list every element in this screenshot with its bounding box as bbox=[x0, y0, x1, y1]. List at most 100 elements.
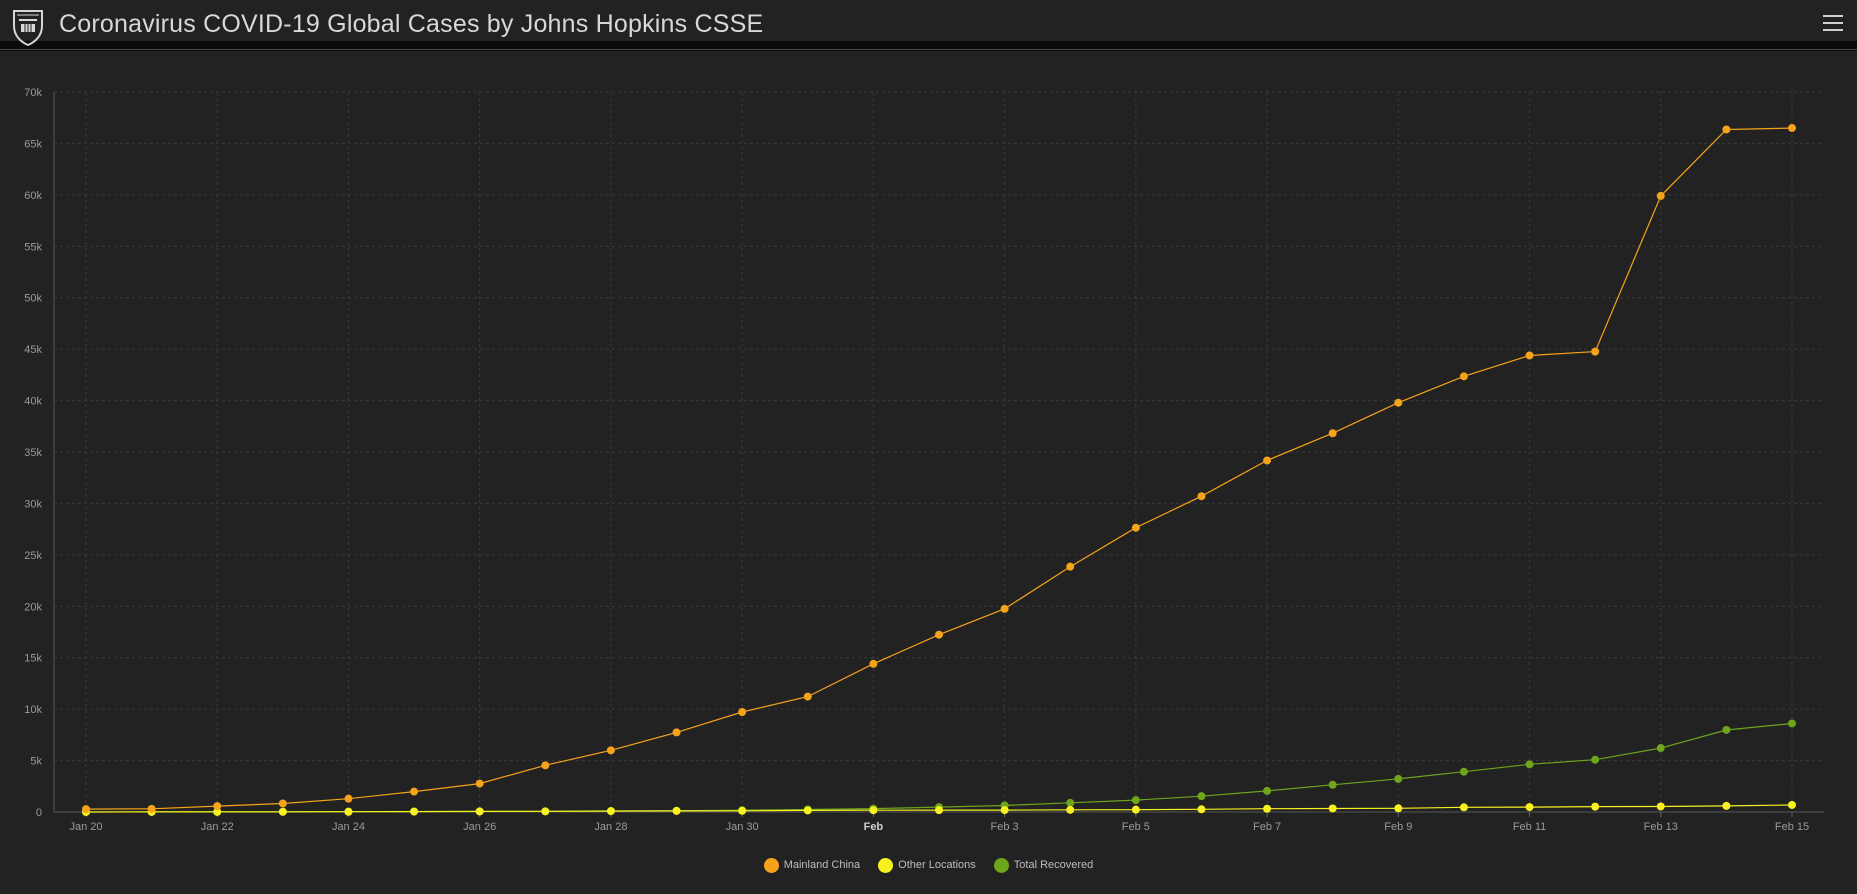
data-point-series-0 bbox=[475, 779, 484, 788]
data-point-series-1 bbox=[1591, 802, 1600, 811]
series-line-0 bbox=[85, 127, 1793, 810]
data-point-series-2 bbox=[1788, 719, 1796, 728]
data-point-series-0 bbox=[278, 799, 287, 808]
data-point-series-2 bbox=[1066, 798, 1075, 807]
y-tick-label: 5k bbox=[30, 756, 42, 768]
x-tick-label: Feb 9 bbox=[1384, 821, 1412, 833]
y-tick-label: 70k bbox=[24, 87, 42, 99]
x-tick-label: Jan 22 bbox=[201, 821, 234, 833]
data-point-series-1 bbox=[344, 807, 353, 816]
legend-label-mainland: Mainland China bbox=[783, 859, 861, 871]
legend-label-other: Other Locations bbox=[898, 859, 976, 871]
chart-legend: Mainland China Other Locations Total Rec… bbox=[0, 855, 1857, 875]
data-point-series-2 bbox=[1328, 780, 1337, 789]
data-point-series-0 bbox=[1656, 191, 1665, 200]
data-point-series-1 bbox=[1000, 806, 1009, 815]
data-point-series-0 bbox=[410, 787, 419, 796]
y-tick-label: 40k bbox=[24, 396, 42, 408]
x-tick-label: Jan 20 bbox=[69, 821, 102, 833]
data-point-series-1 bbox=[1656, 802, 1665, 811]
data-point-series-1 bbox=[1328, 804, 1337, 813]
legend-item-other-locations[interactable]: Other Locations bbox=[878, 857, 976, 873]
data-point-series-2 bbox=[1131, 796, 1140, 805]
header-bar: Coronavirus COVID-19 Global Cases by Joh… bbox=[0, 0, 1857, 51]
jhu-shield-icon[interactable] bbox=[11, 8, 45, 46]
y-tick-label: 45k bbox=[24, 344, 42, 356]
data-point-series-1 bbox=[1197, 805, 1206, 814]
x-tick-label: Feb 5 bbox=[1122, 821, 1150, 833]
data-point-series-1 bbox=[410, 807, 419, 816]
data-point-series-1 bbox=[803, 806, 812, 815]
x-tick-label: Feb bbox=[864, 821, 884, 833]
data-point-series-0 bbox=[1000, 604, 1009, 613]
legend-swatch-other bbox=[878, 857, 894, 873]
data-point-series-0 bbox=[672, 728, 681, 737]
legend-swatch-recovered bbox=[993, 857, 1009, 873]
legend-item-mainland-china[interactable]: Mainland China bbox=[763, 857, 861, 873]
y-tick-label: 25k bbox=[24, 550, 42, 562]
data-point-series-1 bbox=[1263, 804, 1272, 813]
x-tick-label: Feb 3 bbox=[991, 821, 1019, 833]
data-point-series-0 bbox=[1459, 372, 1468, 381]
data-point-series-2 bbox=[1722, 725, 1731, 734]
x-tick-label: Jan 28 bbox=[594, 821, 627, 833]
data-point-series-0 bbox=[1591, 347, 1600, 356]
data-point-series-0 bbox=[541, 761, 550, 770]
data-point-series-1 bbox=[738, 806, 747, 815]
data-point-series-0 bbox=[1131, 523, 1140, 532]
legend-label-recovered: Total Recovered bbox=[1013, 859, 1094, 871]
data-point-series-0 bbox=[1263, 456, 1272, 465]
data-point-series-0 bbox=[213, 802, 222, 811]
data-point-series-2 bbox=[1263, 786, 1272, 795]
data-point-series-1 bbox=[278, 807, 287, 816]
data-point-series-1 bbox=[1525, 803, 1534, 812]
data-point-series-2 bbox=[1591, 755, 1600, 764]
data-point-series-2 bbox=[1656, 744, 1665, 753]
hamburger-menu-icon[interactable] bbox=[1823, 15, 1843, 35]
page-title: Coronavirus COVID-19 Global Cases by Joh… bbox=[59, 10, 764, 38]
data-point-series-0 bbox=[1394, 398, 1403, 407]
y-tick-label: 15k bbox=[24, 653, 42, 665]
y-tick-label: 60k bbox=[24, 190, 42, 202]
data-point-series-2 bbox=[1525, 760, 1534, 769]
x-tick-label: Jan 30 bbox=[726, 821, 759, 833]
data-point-series-1 bbox=[541, 807, 550, 816]
data-point-series-2 bbox=[1197, 792, 1206, 801]
data-point-series-0 bbox=[1525, 351, 1534, 360]
data-point-series-1 bbox=[1394, 804, 1403, 813]
data-point-series-1 bbox=[1131, 805, 1140, 814]
legend-item-total-recovered[interactable]: Total Recovered bbox=[993, 857, 1094, 873]
data-point-series-1 bbox=[1788, 800, 1796, 809]
data-point-series-1 bbox=[1459, 803, 1468, 812]
data-point-series-1 bbox=[1722, 801, 1731, 810]
data-point-series-1 bbox=[935, 806, 943, 815]
data-point-series-2 bbox=[1394, 774, 1403, 783]
y-tick-label: 0 bbox=[36, 807, 42, 819]
data-point-series-1 bbox=[672, 806, 681, 815]
cases-chart: 0 5k 10k 15k 20k 25k 30k 35k 40k 45k 50k 55k 60k 65k 7… bbox=[0, 62, 1857, 894]
data-point-series-0 bbox=[82, 805, 90, 814]
data-point-series-1 bbox=[869, 806, 878, 815]
data-point-series-1 bbox=[475, 807, 484, 816]
data-point-series-0 bbox=[869, 659, 878, 668]
data-point-series-1 bbox=[1066, 805, 1075, 814]
data-point-series-0 bbox=[344, 794, 353, 803]
data-point-series-1 bbox=[606, 807, 615, 816]
x-tick-label: Feb 11 bbox=[1513, 821, 1546, 833]
x-tick-label: Jan 26 bbox=[463, 821, 496, 833]
data-point-series-0 bbox=[147, 804, 156, 813]
data-point-series-0 bbox=[1328, 429, 1337, 438]
x-tick-label: Feb 7 bbox=[1253, 821, 1281, 833]
data-point-series-0 bbox=[803, 692, 812, 701]
y-tick-label: 55k bbox=[24, 241, 42, 253]
data-point-series-0 bbox=[1066, 562, 1075, 571]
x-tick-label: Feb 15 bbox=[1775, 821, 1809, 833]
x-tick-label: Feb 13 bbox=[1644, 821, 1678, 833]
header-divider bbox=[0, 49, 1857, 50]
x-tick-label: Jan 24 bbox=[332, 821, 365, 833]
y-tick-label: 50k bbox=[24, 293, 42, 305]
y-tick-label: 35k bbox=[24, 447, 42, 459]
data-point-series-0 bbox=[935, 630, 943, 639]
data-point-series-0 bbox=[1197, 492, 1206, 501]
y-tick-label: 65k bbox=[24, 138, 42, 150]
